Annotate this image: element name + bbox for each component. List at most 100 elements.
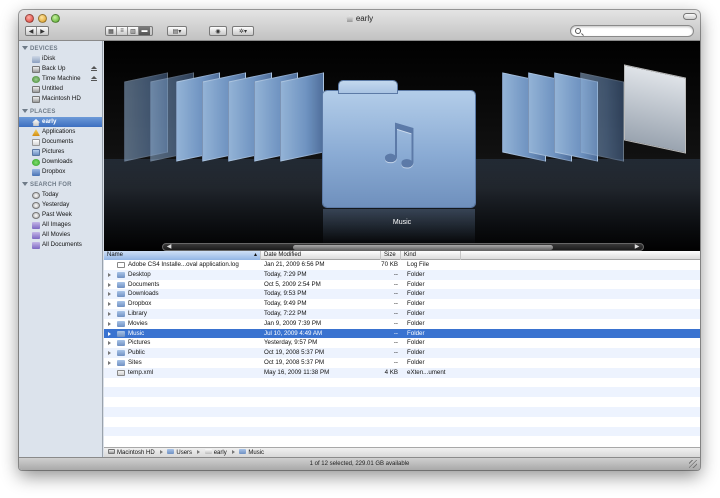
- search-field[interactable]: [570, 25, 694, 37]
- file-date: Oct 5, 2009 2:54 PM: [264, 280, 321, 288]
- back-button[interactable]: ◀: [26, 27, 37, 35]
- list-view-button[interactable]: ≡: [117, 27, 128, 35]
- disclosure-triangle-icon[interactable]: [108, 331, 111, 336]
- sort-ascending-icon: ▴: [253, 252, 257, 258]
- back-forward-control: ◀ ▶: [25, 26, 49, 36]
- action-button[interactable]: ✲▾: [232, 26, 254, 36]
- movies-folder-item[interactable]: [280, 72, 324, 162]
- eject-icon[interactable]: [91, 66, 97, 71]
- file-date: Oct 19, 2008 5:37 PM: [264, 349, 325, 357]
- music-folder-cover[interactable]: ♫: [323, 81, 475, 207]
- file-size: --: [393, 358, 398, 366]
- cover-flow-view-button[interactable]: ▬: [139, 27, 150, 35]
- finder-window: early ◀ ▶ ▦ ≡ ▥ ▬ ▤▾ ◉ ✲▾ DEVICES iDisk …: [19, 10, 700, 470]
- home-icon: [32, 119, 40, 126]
- chevron-right-icon: ▶: [40, 28, 45, 35]
- sidebar-item-dropbox[interactable]: Dropbox: [19, 167, 102, 177]
- cover-flow-scrollbar[interactable]: ◀ ▶: [162, 243, 644, 251]
- file-kind: Folder: [407, 358, 425, 366]
- cover-flow-scroll-thumb[interactable]: [293, 245, 553, 250]
- sidebar-item-documents[interactable]: Documents: [19, 137, 102, 147]
- disclosure-triangle-icon[interactable]: [108, 302, 111, 307]
- toolbar-toggle-button[interactable]: [683, 13, 697, 20]
- sidebar-item-yesterday[interactable]: Yesterday: [19, 200, 102, 210]
- column-view-button[interactable]: ▥: [128, 27, 139, 35]
- table-row[interactable]: Library Today, 7:22 PM -- Folder: [104, 308, 700, 319]
- sidebar-item-downloads[interactable]: Downloads: [19, 157, 102, 167]
- icon-view-button[interactable]: ▦: [106, 27, 117, 35]
- disclosure-triangle-icon[interactable]: [108, 311, 111, 316]
- column-header-kind[interactable]: Kind: [401, 251, 461, 260]
- disclosure-triangle-icon: [22, 109, 28, 113]
- sidebar-section-devices[interactable]: DEVICES: [19, 44, 102, 54]
- sidebar-item-early[interactable]: early: [19, 117, 102, 127]
- file-date: Today, 7:29 PM: [264, 270, 307, 278]
- sidebar: DEVICES iDisk Back Up Time Machine Untit…: [19, 41, 103, 470]
- file-name: Music: [128, 329, 145, 337]
- sidebar-item-pictures[interactable]: Pictures: [19, 147, 102, 157]
- column-header-name[interactable]: Name ▴: [104, 251, 261, 260]
- disclosure-triangle-icon[interactable]: [108, 272, 111, 277]
- table-row[interactable]: Dropbox Today, 9:49 PM -- Folder: [104, 299, 700, 309]
- disclosure-triangle-icon[interactable]: [108, 292, 111, 297]
- disclosure-triangle-icon[interactable]: [108, 360, 111, 365]
- forward-button[interactable]: ▶: [37, 27, 48, 35]
- eject-icon[interactable]: [91, 76, 97, 81]
- sidebar-item-back-up[interactable]: Back Up: [19, 64, 102, 74]
- table-row[interactable]: Sites Oct 19, 2008 5:37 PM -- Folder: [104, 358, 700, 368]
- disclosure-triangle-icon[interactable]: [108, 341, 111, 346]
- dropbox-icon: [32, 169, 40, 176]
- disclosure-triangle-icon[interactable]: [108, 282, 111, 287]
- table-row[interactable]: Documents Oct 5, 2009 2:54 PM -- Folder: [104, 280, 700, 290]
- table-row[interactable]: Public Oct 19, 2008 5:37 PM -- Folder: [104, 348, 700, 358]
- sidebar-item-all-images[interactable]: All Images: [19, 220, 102, 230]
- column-header-size[interactable]: Size: [381, 251, 401, 260]
- empty-row: [104, 397, 700, 407]
- folder-icon: [117, 301, 125, 308]
- table-row[interactable]: temp.xml May 16, 2009 11:38 PM 4 KB eXten..…: [104, 367, 700, 378]
- cover-flow-pane[interactable]: ♫ Music ◀ ▶: [104, 41, 700, 251]
- column-header-date[interactable]: Date Modified: [261, 251, 381, 260]
- document-preview-thumbnail[interactable]: [624, 64, 686, 154]
- resize-grip-icon[interactable]: [689, 460, 697, 468]
- table-row[interactable]: Movies Jan 9, 2009 7:39 PM -- Folder: [104, 319, 700, 329]
- disclosure-triangle-icon[interactable]: [108, 351, 111, 356]
- list-icon: ≡: [120, 28, 124, 34]
- table-row[interactable]: Desktop Today, 7:29 PM -- Folder: [104, 269, 700, 280]
- file-date: May 16, 2009 11:38 PM: [264, 368, 330, 376]
- disclosure-triangle-icon[interactable]: [108, 321, 111, 326]
- sidebar-item-all-documents[interactable]: All Documents: [19, 240, 102, 250]
- home-icon: [345, 15, 354, 22]
- sidebar-item-idisk[interactable]: iDisk: [19, 54, 102, 64]
- empty-row: [104, 417, 700, 427]
- file-size: --: [393, 280, 398, 288]
- quick-look-button[interactable]: ◉: [209, 26, 227, 36]
- scroll-right-icon[interactable]: ▶: [633, 244, 641, 250]
- file-name: Desktop: [128, 270, 151, 278]
- view-switcher: ▦ ≡ ▥ ▬: [105, 26, 153, 36]
- window-title: early: [19, 14, 700, 23]
- sidebar-section-search-for[interactable]: SEARCH FOR: [19, 180, 102, 190]
- sidebar-item-untitled[interactable]: Untitled: [19, 84, 102, 94]
- sidebar-item-macintosh-hd[interactable]: Macintosh HD: [19, 94, 102, 104]
- scroll-left-icon[interactable]: ◀: [165, 244, 173, 250]
- table-row[interactable]: Pictures Yesterday, 9:57 PM -- Folder: [104, 338, 700, 348]
- disclosure-triangle-icon: [22, 46, 28, 50]
- pictures-icon: [32, 149, 40, 156]
- empty-row: [104, 406, 700, 417]
- sidebar-item-applications[interactable]: Applications: [19, 127, 102, 137]
- sidebar-section-places[interactable]: PLACES: [19, 107, 102, 117]
- table-row[interactable]: Music Jul 10, 2009 4:49 AM -- Folder: [104, 328, 700, 339]
- cover-folder-item[interactable]: [580, 72, 624, 162]
- table-row[interactable]: Downloads Today, 9:53 PM -- Folder: [104, 289, 700, 300]
- table-row[interactable]: Adobe CS4 Installe...oval application.lo…: [104, 260, 700, 270]
- sidebar-item-time-machine[interactable]: Time Machine: [19, 74, 102, 84]
- folder-icon: [117, 359, 125, 366]
- file-name: Library: [128, 309, 147, 317]
- path-bar: Macintosh HD Users early Music: [104, 447, 700, 457]
- sidebar-item-today[interactable]: Today: [19, 190, 102, 200]
- sidebar-item-all-movies[interactable]: All Movies: [19, 230, 102, 240]
- arrange-button[interactable]: ▤▾: [167, 26, 187, 36]
- sidebar-item-past-week[interactable]: Past Week: [19, 210, 102, 220]
- path-separator-icon: [159, 450, 163, 454]
